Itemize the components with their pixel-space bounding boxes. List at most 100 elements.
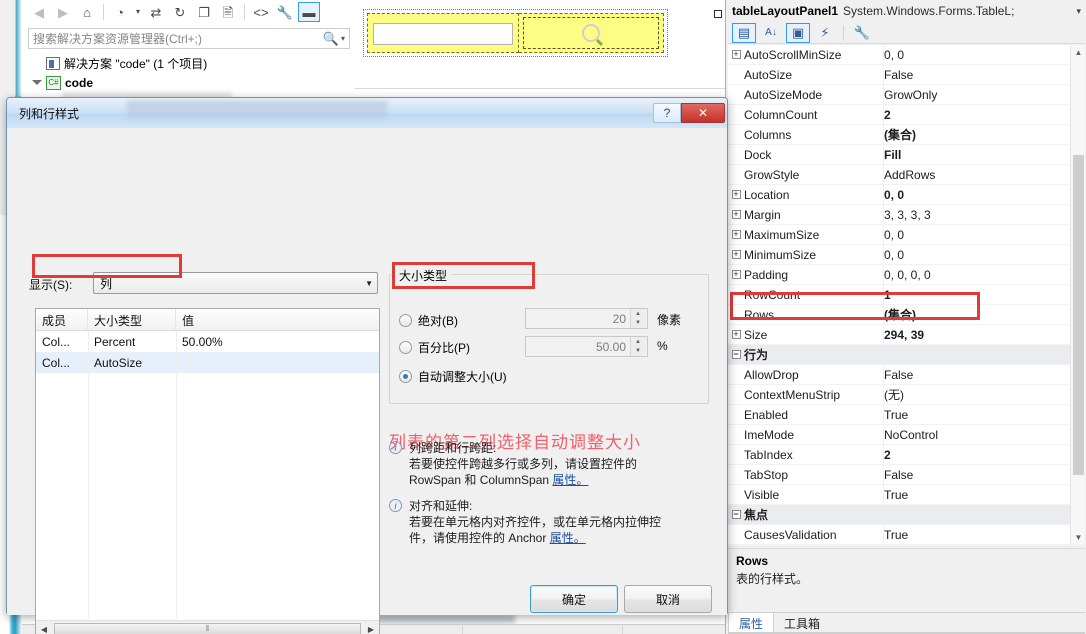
- form-designer-canvas[interactable]: ▶: [355, 0, 1018, 100]
- column-header-value[interactable]: 值: [176, 309, 379, 330]
- property-row[interactable]: Columns (集合): [728, 125, 1085, 145]
- column-header-sizetype[interactable]: 大小类型: [88, 309, 176, 330]
- property-row[interactable]: ImeMode NoControl: [728, 425, 1085, 445]
- property-value[interactable]: 2: [884, 108, 1085, 122]
- property-row[interactable]: AutoSize False: [728, 65, 1085, 85]
- help-button[interactable]: ?: [653, 103, 681, 123]
- property-value[interactable]: AddRows: [884, 168, 1085, 182]
- stepper-arrows[interactable]: ▲ ▼: [630, 309, 645, 328]
- property-row[interactable]: GrowStyle AddRows: [728, 165, 1085, 185]
- show-select[interactable]: 列 ▼: [93, 272, 378, 294]
- radio-percent[interactable]: 百分比(P): [399, 339, 470, 356]
- property-value[interactable]: True: [884, 528, 1085, 542]
- expand-icon[interactable]: +: [728, 49, 744, 60]
- show-all-files-icon[interactable]: ❐: [193, 2, 215, 22]
- property-value[interactable]: GrowOnly: [884, 88, 1085, 102]
- expand-icon[interactable]: +: [728, 189, 744, 200]
- ok-button[interactable]: 确定: [530, 585, 618, 613]
- textbox-control[interactable]: [373, 23, 513, 45]
- tab-toolbox[interactable]: 工具箱: [774, 613, 830, 634]
- scroll-left-arrow-icon[interactable]: ◀: [36, 625, 52, 634]
- tablelayoutpanel-control[interactable]: [363, 9, 668, 57]
- styles-listview[interactable]: 成员 大小类型 值 Col... Percent 50.00% Col... A…: [35, 308, 380, 634]
- radio-absolute[interactable]: 绝对(B): [399, 312, 458, 329]
- property-value[interactable]: 3, 3, 3, 3: [884, 208, 1085, 222]
- radio-button-icon[interactable]: [399, 314, 412, 327]
- chevron-down-icon[interactable]: ▾: [133, 2, 143, 22]
- categorized-button[interactable]: ▤: [732, 22, 756, 43]
- property-row[interactable]: + AutoScrollMinSize 0, 0: [728, 45, 1085, 65]
- radio-autosize[interactable]: 自动调整大小(U): [399, 368, 507, 385]
- percent-value-stepper[interactable]: 50.00 ▲ ▼: [525, 336, 648, 357]
- scroll-right-arrow-icon[interactable]: ▶: [363, 625, 379, 634]
- expand-icon[interactable]: +: [728, 209, 744, 220]
- property-row[interactable]: Enabled True: [728, 405, 1085, 425]
- scrollbar-thumb[interactable]: [1073, 155, 1084, 475]
- property-row[interactable]: TabStop False: [728, 465, 1085, 485]
- designer-cell-1[interactable]: [367, 13, 519, 53]
- collapse-all-icon[interactable]: ↻: [169, 2, 191, 22]
- property-row[interactable]: + Location 0, 0: [728, 185, 1085, 205]
- property-row[interactable]: CausesValidation True: [728, 525, 1085, 545]
- property-pages-button[interactable]: 🔧: [850, 23, 874, 43]
- events-button[interactable]: ⚡: [813, 23, 837, 43]
- property-row[interactable]: Dock Fill: [728, 145, 1085, 165]
- dialog-titlebar[interactable]: 列和行样式 ? ✕: [7, 98, 727, 128]
- tab-properties[interactable]: 属性: [728, 613, 775, 634]
- property-row[interactable]: ContextMenuStrip (无): [728, 385, 1085, 405]
- forward-icon[interactable]: ▶: [52, 2, 74, 22]
- listview-horizontal-scrollbar[interactable]: ◀ ⦀ ▶: [36, 620, 379, 634]
- properties-link[interactable]: 属性。: [552, 473, 588, 487]
- property-category-row[interactable]: − 行为: [728, 345, 1085, 365]
- property-value[interactable]: True: [884, 488, 1085, 502]
- chevron-down-icon[interactable]: ▾: [341, 34, 345, 43]
- property-value[interactable]: 0, 0: [884, 228, 1085, 242]
- property-value[interactable]: 0, 0: [884, 48, 1085, 62]
- property-row[interactable]: + Size 294, 39: [728, 325, 1085, 345]
- property-value[interactable]: 0, 0: [884, 188, 1085, 202]
- expand-icon[interactable]: +: [728, 329, 744, 340]
- property-value[interactable]: 294, 39: [884, 328, 1085, 342]
- designer-cell-2[interactable]: [519, 13, 664, 53]
- stepper-up-icon[interactable]: ▲: [631, 337, 645, 347]
- refresh-icon[interactable]: ⇄: [145, 2, 167, 22]
- preview-selected-items-icon[interactable]: 🗎: [217, 2, 239, 22]
- radio-button-icon[interactable]: [399, 341, 412, 354]
- properties-button[interactable]: ▣: [786, 22, 810, 43]
- close-icon[interactable]: ✕: [681, 103, 725, 123]
- collapse-icon[interactable]: −: [728, 349, 744, 360]
- chevron-down-icon[interactable]: ▾: [1076, 6, 1085, 17]
- property-value[interactable]: (集合): [884, 306, 1085, 323]
- view-code-icon[interactable]: <>: [250, 2, 272, 22]
- properties-scrollbar[interactable]: ▲ ▼: [1070, 45, 1085, 545]
- alphabetical-button[interactable]: A↓: [759, 23, 783, 43]
- collapse-icon[interactable]: −: [728, 509, 744, 520]
- scroll-up-arrow-icon[interactable]: ▲: [1071, 45, 1085, 60]
- chevron-down-icon[interactable]: ▼: [365, 279, 373, 288]
- property-value[interactable]: True: [884, 408, 1085, 422]
- tree-item-project[interactable]: C# code: [32, 73, 352, 92]
- properties-link[interactable]: 属性。: [550, 531, 586, 545]
- radio-button-icon[interactable]: [399, 370, 412, 383]
- cancel-button[interactable]: 取消: [624, 585, 712, 613]
- property-row[interactable]: ColumnCount 2: [728, 105, 1085, 125]
- button-control[interactable]: [523, 17, 659, 49]
- search-solution-explorer[interactable]: 搜索解决方案资源管理器(Ctrl+;) 🔍 ▾: [28, 28, 350, 49]
- properties-icon[interactable]: 🔧: [274, 2, 296, 22]
- resize-grip-handle[interactable]: [714, 10, 722, 18]
- property-row[interactable]: TabIndex 2: [728, 445, 1085, 465]
- property-row[interactable]: AllowDrop False: [728, 365, 1085, 385]
- property-category-row[interactable]: − 焦点: [728, 505, 1085, 525]
- sync-with-active-document-icon[interactable]: ◔: [109, 2, 131, 22]
- property-value[interactable]: (无): [884, 386, 1085, 403]
- property-row[interactable]: + MaximumSize 0, 0: [728, 225, 1085, 245]
- property-row[interactable]: + Padding 0, 0, 0, 0: [728, 265, 1085, 285]
- home-icon[interactable]: ⌂: [76, 2, 98, 22]
- property-row[interactable]: AutoSizeMode GrowOnly: [728, 85, 1085, 105]
- property-value[interactable]: 0, 0: [884, 248, 1085, 262]
- stepper-arrows[interactable]: ▲ ▼: [630, 337, 645, 356]
- scrollbar-track[interactable]: ⦀: [52, 621, 363, 634]
- tree-item-solution[interactable]: 解决方案 "code" (1 个项目): [32, 54, 352, 73]
- property-value[interactable]: False: [884, 468, 1085, 482]
- scroll-down-arrow-icon[interactable]: ▼: [1071, 530, 1085, 545]
